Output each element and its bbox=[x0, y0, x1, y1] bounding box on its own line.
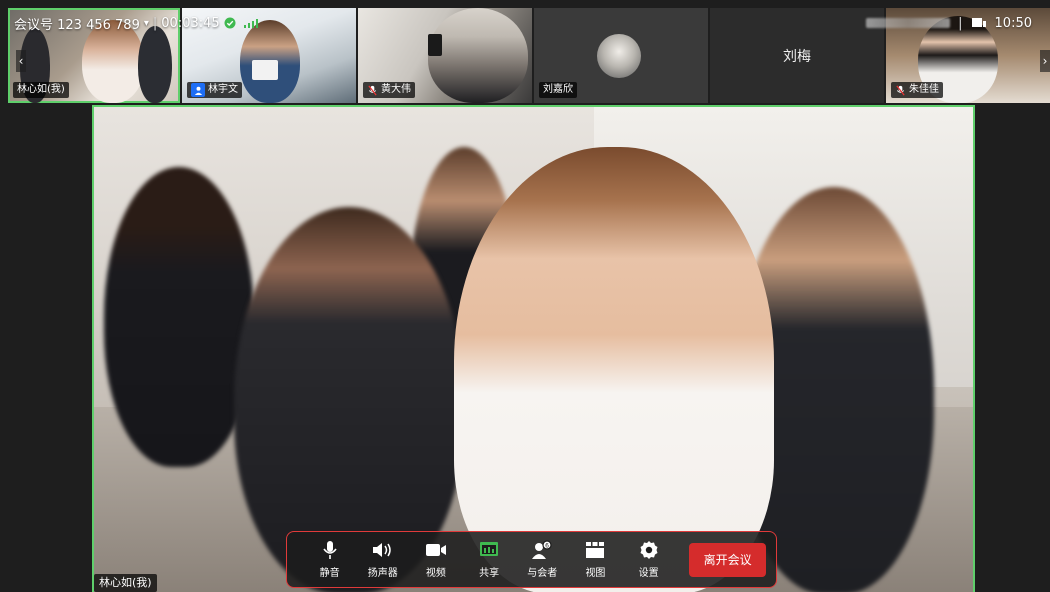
participant-name: 朱佳佳 bbox=[909, 84, 939, 95]
main-video-name-tag: 林心如(我) bbox=[94, 574, 157, 592]
participant-name-tag: 林宇文 bbox=[187, 82, 242, 98]
separator: | bbox=[958, 15, 963, 31]
video-label: 视频 bbox=[425, 568, 446, 579]
participant-video bbox=[138, 26, 172, 103]
muted-mic-icon bbox=[368, 85, 377, 95]
main-video bbox=[92, 105, 975, 592]
leave-meeting-button[interactable]: 离开会议 bbox=[689, 542, 766, 577]
settings-button[interactable]: 设置 bbox=[622, 537, 675, 583]
phone bbox=[428, 34, 442, 56]
main-video-scene bbox=[94, 107, 973, 592]
participants-label: 与会者 bbox=[527, 568, 558, 579]
speaker-label: 扬声器 bbox=[367, 568, 398, 579]
speaker-person bbox=[454, 147, 774, 592]
participant-name: 黄大伟 bbox=[381, 84, 411, 95]
meeting-info-bar: 会议号 123 456 789 ▾ | 00:03:45 bbox=[14, 12, 258, 34]
microphone-icon bbox=[319, 540, 341, 560]
speaker-icon bbox=[372, 540, 394, 560]
chevron-left-icon: ‹ bbox=[18, 54, 24, 68]
participant-name: 刘嘉欣 bbox=[543, 84, 573, 95]
video-button[interactable]: 视频 bbox=[409, 537, 462, 583]
participant-avatar bbox=[597, 34, 641, 78]
meeting-dropdown-icon[interactable]: ▾ bbox=[144, 18, 149, 29]
participant-tile[interactable]: 黄大伟 bbox=[358, 8, 532, 103]
participants-icon: 6 bbox=[531, 540, 553, 560]
view-label: 视图 bbox=[585, 568, 606, 579]
elapsed-time: 00:03:45 bbox=[161, 15, 220, 31]
participants-button[interactable]: 6 与会者 bbox=[516, 537, 569, 583]
settings-label: 设置 bbox=[638, 568, 659, 579]
settings-gear-icon bbox=[638, 540, 660, 560]
participant-name-tag: 刘嘉欣 bbox=[539, 82, 577, 98]
participant-name-tag: 黄大伟 bbox=[363, 82, 415, 98]
video-camera-icon bbox=[425, 540, 447, 560]
device-status-icon[interactable] bbox=[971, 16, 987, 30]
security-shield-icon bbox=[224, 17, 236, 29]
share-button[interactable]: 共享 bbox=[463, 537, 516, 583]
participant-name-tag: 朱佳佳 bbox=[891, 82, 943, 98]
tablet bbox=[252, 60, 278, 80]
strip-next-arrow[interactable]: › bbox=[1040, 50, 1050, 72]
participant-tile[interactable]: 刘嘉欣 bbox=[534, 8, 708, 103]
obscured-text bbox=[866, 18, 951, 28]
separator: | bbox=[152, 15, 158, 31]
participant-video bbox=[428, 8, 528, 103]
participant-tile[interactable]: 刘梅 bbox=[710, 8, 884, 103]
strip-prev-arrow[interactable]: ‹ bbox=[16, 50, 26, 72]
view-button[interactable]: 视图 bbox=[569, 537, 622, 583]
mute-button[interactable]: 静音 bbox=[303, 537, 356, 583]
participant-name: 林心如(我) bbox=[17, 84, 65, 95]
participant-name-tag: 林心如(我) bbox=[13, 82, 69, 98]
svg-text:6: 6 bbox=[545, 543, 549, 550]
view-layout-icon bbox=[584, 540, 606, 560]
background-person bbox=[104, 167, 254, 467]
muted-mic-icon bbox=[896, 85, 905, 95]
meeting-id[interactable]: 会议号 123 456 789 bbox=[14, 14, 140, 33]
chevron-right-icon: › bbox=[1042, 54, 1048, 68]
speaker-button[interactable]: 扬声器 bbox=[356, 537, 409, 583]
share-label: 共享 bbox=[479, 568, 500, 579]
participant-name: 林宇文 bbox=[208, 84, 238, 95]
meeting-toolbar: 静音 扬声器 视频 共享 6 与会者 视图 设置 离开会议 bbox=[286, 531, 777, 588]
network-signal-icon bbox=[243, 18, 258, 28]
host-badge-icon bbox=[191, 83, 205, 97]
clock: 10:50 bbox=[994, 15, 1032, 31]
status-area: | 10:50 bbox=[866, 12, 1032, 34]
mute-label: 静音 bbox=[319, 568, 340, 579]
share-screen-icon bbox=[478, 540, 500, 560]
participant-name-center: 刘梅 bbox=[783, 49, 811, 65]
